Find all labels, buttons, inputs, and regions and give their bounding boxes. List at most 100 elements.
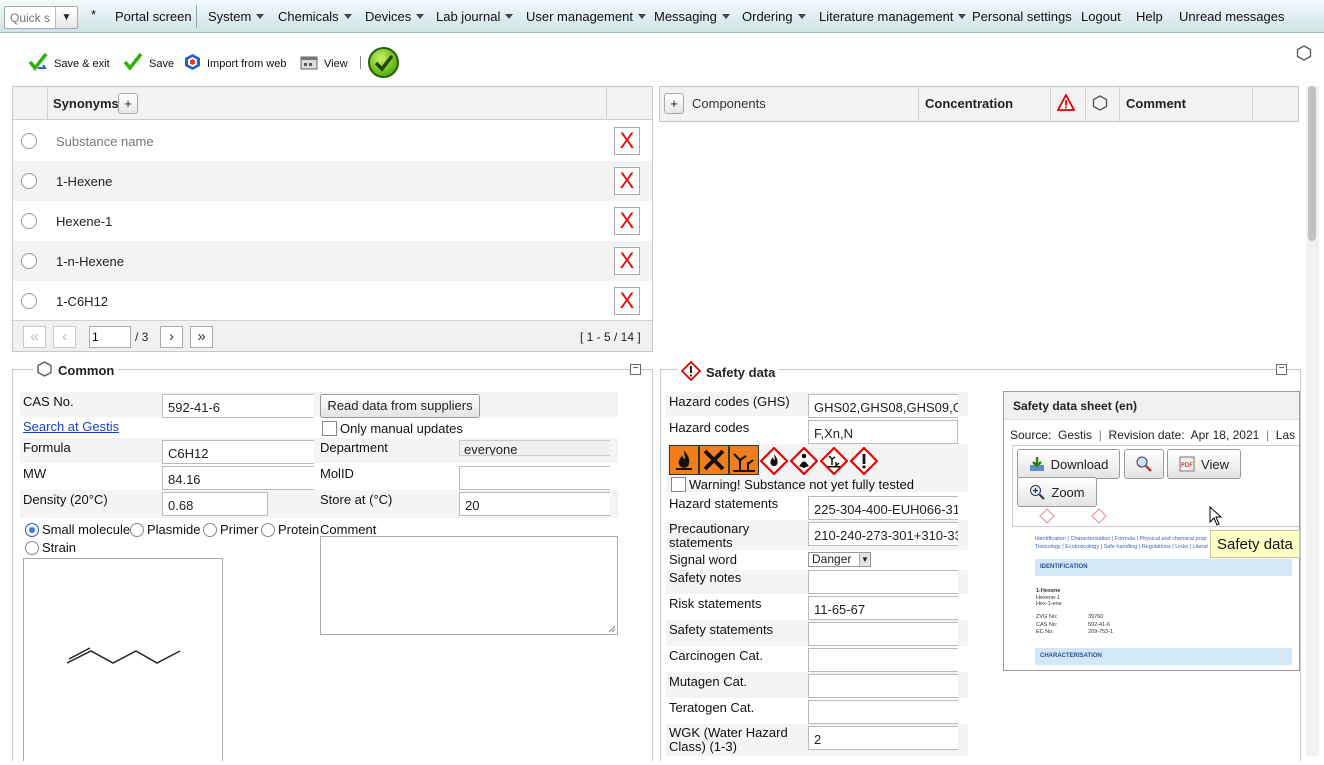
menu-chemicals[interactable]: Chemicals — [278, 9, 352, 24]
safety-notes-input[interactable] — [808, 570, 958, 594]
favorite-star[interactable]: * — [91, 7, 96, 22]
density-input[interactable]: 0.68 — [162, 492, 268, 516]
last-page-button[interactable]: » — [190, 326, 213, 348]
safety-statements-input[interactable] — [808, 622, 958, 646]
confirm-check-icon[interactable] — [368, 47, 399, 78]
synonym-row[interactable]: Substance name X — [13, 121, 652, 161]
delete-synonym-button[interactable]: X — [614, 207, 640, 235]
resize-grip-icon[interactable] — [608, 625, 616, 633]
pager: « ‹ / 3 › » [ 1 - 5 / 14 ] — [13, 320, 652, 351]
collapse-safety-button[interactable]: − — [1276, 364, 1287, 375]
menu-literature-management[interactable]: Literature management — [819, 9, 967, 24]
menu-ordering[interactable]: Ordering — [742, 9, 806, 24]
synonym-row[interactable]: 1-n-Hexene X — [13, 241, 652, 281]
menubar: ▼ * Portal screen System Chemicals Devic… — [0, 0, 1324, 33]
comment-textarea[interactable] — [320, 536, 618, 635]
add-component-button[interactable]: + — [664, 93, 684, 114]
prev-page-button[interactable]: ‹ — [53, 326, 76, 348]
risk-statements-input[interactable]: 11-65-67 — [808, 596, 958, 620]
first-page-button[interactable]: « — [23, 326, 46, 348]
quick-search-input[interactable] — [5, 7, 55, 28]
carcinogen-input[interactable] — [808, 648, 958, 672]
wgk-input[interactable]: 2 — [808, 726, 958, 750]
synonym-radio[interactable] — [21, 213, 37, 229]
hazard-codes-input[interactable]: F,Xn,N — [808, 420, 958, 444]
only-manual-checkbox[interactable] — [322, 421, 337, 436]
delete-synonym-button[interactable]: X — [614, 167, 640, 195]
structure-canvas[interactable] — [23, 558, 223, 761]
add-synonym-button[interactable]: + — [118, 93, 138, 114]
read-suppliers-button[interactable]: Read data from suppliers — [320, 394, 480, 418]
delete-synonym-button[interactable]: X — [614, 127, 640, 155]
store-at-input[interactable]: 20 — [459, 492, 610, 516]
synonym-radio[interactable] — [21, 293, 37, 309]
menu-personal-settings[interactable]: Personal settings — [972, 9, 1072, 24]
save-button[interactable]: Save — [123, 52, 174, 75]
type-plasmide[interactable]: Plasmide — [130, 522, 200, 537]
delete-synonym-button[interactable]: X — [614, 287, 640, 315]
menu-messaging[interactable]: Messaging — [654, 9, 730, 24]
sds-source: Gestis — [1058, 428, 1093, 442]
menu-help[interactable]: Help — [1136, 9, 1163, 24]
radio[interactable] — [25, 541, 39, 555]
formula-input[interactable]: C6H12 — [162, 440, 314, 464]
comment-header: Comment — [1126, 96, 1186, 111]
menu-logout[interactable]: Logout — [1081, 9, 1121, 24]
hazard-statements-input[interactable]: 225-304-400-EUH066-319- — [808, 496, 958, 520]
sds-zoom-button[interactable]: Zoom — [1017, 477, 1097, 507]
menu-devices[interactable]: Devices — [365, 9, 425, 24]
menu-portal-screen[interactable]: Portal screen — [115, 9, 192, 24]
chevron-down-icon — [505, 14, 514, 19]
scrollbar-thumb[interactable] — [1308, 86, 1316, 241]
sds-revision-date: Apr 18, 2021 — [1190, 428, 1260, 442]
page-scrollbar[interactable] — [1306, 86, 1319, 756]
risk-statements-label: Risk statements — [669, 596, 762, 611]
menu-system[interactable]: System — [208, 9, 265, 24]
signal-word-select[interactable]: Danger ▼ — [808, 552, 871, 567]
sds-download-button[interactable]: Download — [1017, 449, 1120, 479]
formula-label: Formula — [23, 440, 71, 455]
delete-synonym-button[interactable]: X — [614, 247, 640, 275]
sds-search-button[interactable] — [1124, 449, 1164, 479]
check-exit-icon — [28, 52, 48, 75]
synonym-radio[interactable] — [21, 173, 37, 189]
sds-preview-section: IDENTIFICATION — [1035, 559, 1292, 576]
synonym-row[interactable]: Hexene-1 X — [13, 201, 652, 241]
type-primer[interactable]: Primer — [203, 522, 258, 537]
radio[interactable] — [203, 523, 217, 537]
warning-checkbox[interactable] — [671, 477, 686, 492]
page-number-input[interactable] — [89, 326, 131, 348]
search-gestis-link[interactable]: Search at Gestis — [23, 419, 119, 434]
type-small-molecule[interactable]: Small molecule — [25, 522, 130, 537]
save-exit-button[interactable]: Save & exit — [28, 52, 110, 75]
molid-input[interactable] — [459, 466, 610, 490]
radio-selected[interactable] — [25, 523, 39, 537]
menu-unread-messages[interactable]: Unread messages — [1179, 9, 1285, 24]
synonym-radio[interactable] — [21, 253, 37, 269]
mutagen-input[interactable] — [808, 674, 958, 698]
sds-view-button[interactable]: PDF View — [1167, 449, 1241, 479]
next-page-button[interactable]: › — [160, 326, 183, 348]
import-web-button[interactable]: Import from web — [184, 53, 286, 74]
radio[interactable] — [261, 523, 275, 537]
ghs-input[interactable]: GHS02,GHS08,GHS09,GHS07 — [808, 394, 958, 418]
synonym-row[interactable]: 1-C6H12 X — [13, 281, 652, 321]
hexagon-icon — [1092, 95, 1108, 114]
view-button[interactable]: View — [300, 54, 348, 73]
menu-user-management[interactable]: User management — [526, 9, 646, 24]
cas-input[interactable]: 592-41-6 — [162, 394, 314, 418]
mw-input[interactable]: 84.16 — [162, 466, 314, 490]
type-strain[interactable]: Strain — [25, 540, 76, 555]
precautionary-input[interactable]: 210-240-273-301+310-331- — [808, 522, 958, 546]
type-protein[interactable]: Protein — [261, 522, 319, 537]
radio[interactable] — [130, 523, 144, 537]
chevron-down-icon — [958, 14, 967, 19]
collapse-common-button[interactable]: − — [630, 364, 641, 375]
synonym-row[interactable]: 1-Hexene X — [13, 161, 652, 201]
quick-search[interactable]: ▼ — [4, 6, 78, 29]
synonym-radio[interactable] — [21, 133, 37, 149]
menu-lab-journal[interactable]: Lab journal — [436, 9, 514, 24]
hexagon-icon[interactable] — [1296, 45, 1312, 64]
teratogen-input[interactable] — [808, 700, 958, 724]
quick-search-dropdown-icon[interactable]: ▼ — [55, 7, 77, 28]
